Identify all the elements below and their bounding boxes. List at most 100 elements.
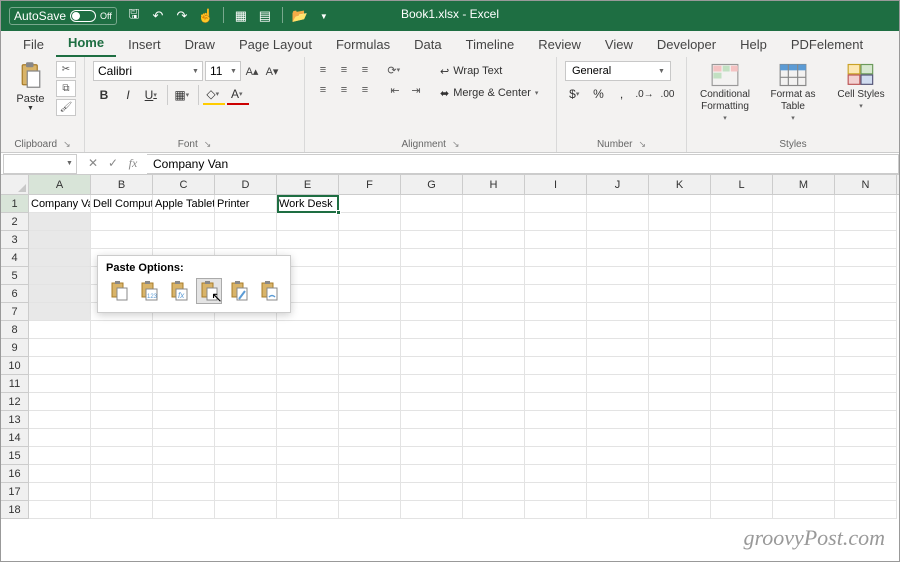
cell[interactable] (463, 483, 525, 501)
cell[interactable] (525, 429, 587, 447)
cell[interactable] (525, 393, 587, 411)
cell[interactable] (29, 339, 91, 357)
cell[interactable] (649, 267, 711, 285)
cell[interactable] (339, 231, 401, 249)
cell[interactable] (773, 447, 835, 465)
cell[interactable] (835, 321, 897, 339)
cell[interactable] (711, 393, 773, 411)
increase-font-icon[interactable]: A▴ (243, 62, 261, 80)
cell[interactable] (215, 321, 277, 339)
cell[interactable] (277, 411, 339, 429)
cell[interactable] (29, 447, 91, 465)
cell[interactable] (215, 411, 277, 429)
tab-formulas[interactable]: Formulas (324, 33, 402, 57)
font-color-button[interactable]: A▾ (227, 85, 249, 105)
cell[interactable] (29, 285, 91, 303)
cell[interactable] (463, 447, 525, 465)
col-header[interactable]: E (277, 175, 339, 194)
cell[interactable] (339, 411, 401, 429)
bold-button[interactable]: B (93, 85, 115, 105)
tab-page-layout[interactable]: Page Layout (227, 33, 324, 57)
cell[interactable] (277, 393, 339, 411)
cell[interactable] (91, 231, 153, 249)
cell[interactable] (649, 195, 711, 213)
cell[interactable] (339, 375, 401, 393)
cell[interactable] (835, 267, 897, 285)
cell[interactable] (587, 357, 649, 375)
cell[interactable] (835, 447, 897, 465)
clipboard-dialog-icon[interactable]: ↘ (63, 139, 71, 150)
cell[interactable] (463, 267, 525, 285)
cell[interactable] (835, 339, 897, 357)
cell[interactable] (463, 465, 525, 483)
cell[interactable] (525, 231, 587, 249)
cell[interactable] (773, 267, 835, 285)
row-header[interactable]: 18 (1, 501, 29, 519)
name-box[interactable]: ▼ (3, 154, 77, 174)
cell[interactable] (649, 501, 711, 519)
cell[interactable] (587, 501, 649, 519)
cell[interactable] (649, 249, 711, 267)
cell[interactable] (401, 411, 463, 429)
cell[interactable] (339, 303, 401, 321)
cell[interactable] (711, 285, 773, 303)
cell[interactable] (91, 411, 153, 429)
cell[interactable] (91, 321, 153, 339)
cell[interactable] (773, 213, 835, 231)
cell[interactable] (587, 447, 649, 465)
cell[interactable] (401, 339, 463, 357)
row-header[interactable]: 17 (1, 483, 29, 501)
cell[interactable] (835, 429, 897, 447)
cell[interactable] (153, 231, 215, 249)
cell[interactable] (835, 375, 897, 393)
cell[interactable] (773, 231, 835, 249)
cell[interactable] (773, 393, 835, 411)
cell[interactable] (29, 321, 91, 339)
cell[interactable] (401, 249, 463, 267)
tab-pdfelement[interactable]: PDFelement (779, 33, 875, 57)
cell[interactable] (91, 357, 153, 375)
cell[interactable] (525, 339, 587, 357)
cell[interactable] (649, 339, 711, 357)
cell[interactable] (215, 429, 277, 447)
cell[interactable] (835, 213, 897, 231)
cancel-formula-icon[interactable]: ✕ (85, 156, 101, 171)
cell[interactable] (587, 267, 649, 285)
cell[interactable] (773, 483, 835, 501)
cell[interactable] (587, 411, 649, 429)
cell[interactable] (277, 465, 339, 483)
fill-color-button[interactable]: ◇▾ (203, 85, 225, 105)
cell[interactable] (649, 321, 711, 339)
cell[interactable] (835, 231, 897, 249)
cell[interactable] (773, 195, 835, 213)
cell[interactable] (649, 447, 711, 465)
align-center-button[interactable]: ≡ (334, 81, 354, 99)
cell[interactable] (587, 483, 649, 501)
touch-mode-icon[interactable]: ☝ (197, 7, 215, 25)
row-header[interactable]: 11 (1, 375, 29, 393)
cell[interactable] (835, 465, 897, 483)
number-dialog-icon[interactable]: ↘ (639, 139, 647, 150)
cell[interactable] (525, 447, 587, 465)
cell[interactable] (401, 483, 463, 501)
row-header[interactable]: 14 (1, 429, 29, 447)
cell[interactable] (835, 411, 897, 429)
cell[interactable] (29, 429, 91, 447)
cell[interactable] (215, 375, 277, 393)
cell[interactable] (649, 411, 711, 429)
cell[interactable] (463, 231, 525, 249)
paste-option-formulas[interactable]: fx (166, 278, 192, 304)
cell[interactable] (153, 213, 215, 231)
cell[interactable] (153, 357, 215, 375)
cell[interactable] (91, 393, 153, 411)
cell[interactable] (153, 339, 215, 357)
cell[interactable] (153, 411, 215, 429)
decrease-font-icon[interactable]: A▾ (263, 62, 281, 80)
cell[interactable] (649, 213, 711, 231)
tab-file[interactable]: File (11, 33, 56, 57)
tab-data[interactable]: Data (402, 33, 453, 57)
cell[interactable] (587, 393, 649, 411)
cut-button[interactable]: ✂ (56, 61, 76, 78)
cell[interactable] (711, 483, 773, 501)
autosave-toggle[interactable]: AutoSave Off (9, 7, 117, 25)
